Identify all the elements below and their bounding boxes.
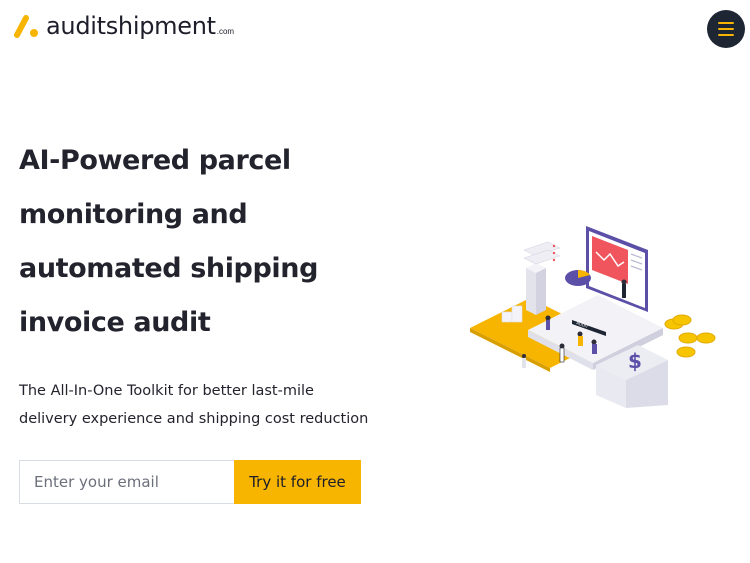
signup-form: Try it for free	[19, 460, 361, 504]
email-input[interactable]	[19, 460, 234, 504]
site-header: auditshipment .com	[0, 0, 750, 56]
logo-icon	[14, 15, 38, 38]
hamburger-icon-bar	[718, 28, 734, 30]
hamburger-icon	[718, 22, 734, 24]
hero-subtitle: The All-In-One Toolkit for better last-m…	[19, 377, 369, 433]
svg-text:$: $	[628, 349, 642, 373]
hamburger-icon-bar	[718, 34, 734, 36]
hero-title-line: automated shipping	[19, 253, 319, 284]
hero-subtitle-line: The All-In-One Toolkit for better last-m…	[19, 383, 314, 399]
dashboard-analytics-illustration: AUDIT $	[470, 226, 716, 408]
hero-title-line: invoice audit	[19, 307, 211, 338]
menu-button[interactable]	[707, 10, 745, 48]
logo[interactable]: auditshipment .com	[14, 11, 234, 41]
hero-title-line: monitoring and	[19, 199, 248, 230]
logo-tld: .com	[216, 27, 235, 36]
try-free-button[interactable]: Try it for free	[234, 460, 361, 504]
hero-subtitle-line: delivery experience and shipping cost re…	[19, 411, 369, 427]
hero-title: AI-Powered parcel monitoring and automat…	[19, 134, 349, 350]
logo-name: auditshipment	[46, 12, 216, 40]
hero-title-line: AI-Powered parcel	[19, 145, 291, 176]
